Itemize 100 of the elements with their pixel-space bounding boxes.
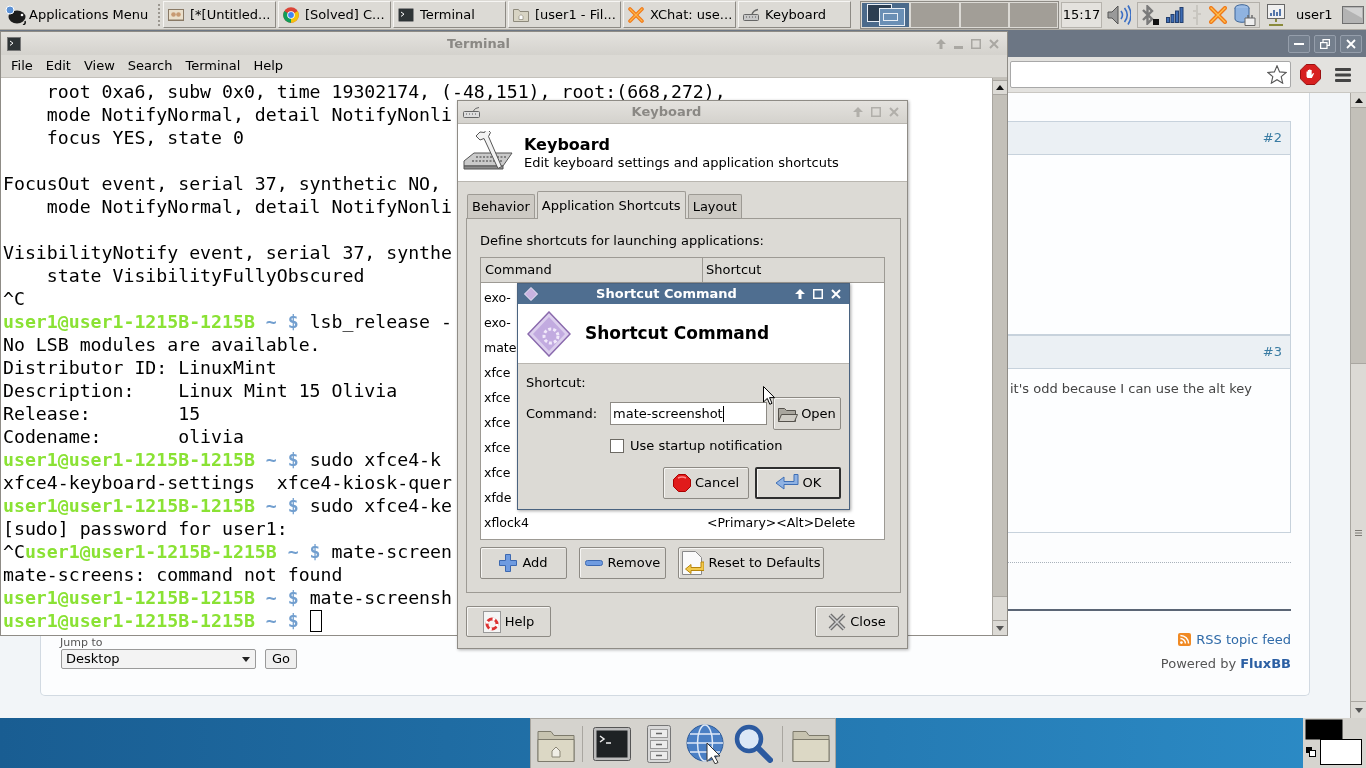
tab[interactable]: Behavior xyxy=(467,194,535,218)
scroll-down-button[interactable] xyxy=(1351,702,1366,718)
diamond-icon xyxy=(527,310,571,357)
stop-hand-icon[interactable] xyxy=(1300,64,1321,85)
menu-item[interactable]: Search xyxy=(122,58,178,74)
instruction-text: Define shortcuts for launching applications: xyxy=(480,233,764,249)
command-name[interactable]: mate xyxy=(484,339,517,355)
reset-to-defaults-button[interactable]: Reset to Defaults xyxy=(678,547,824,579)
fluxbb-link[interactable]: FluxBB xyxy=(1240,656,1291,671)
command-name[interactable]: xfce xyxy=(484,439,511,455)
add-button[interactable]: Add xyxy=(480,547,567,579)
taskbar-button[interactable]: Terminal xyxy=(393,1,506,28)
taskbar-button[interactable]: [Solved] C... xyxy=(278,1,391,28)
arrow-up-icon[interactable] xyxy=(795,289,805,299)
terminal-output-line: ^C xyxy=(3,289,25,308)
scroll-up-button[interactable] xyxy=(1351,93,1366,108)
menu-item[interactable]: View xyxy=(78,58,120,74)
bluetooth-icon[interactable] xyxy=(1141,4,1159,25)
close-button[interactable] xyxy=(1340,34,1362,53)
command-name[interactable]: xfce xyxy=(484,414,511,430)
document-arrow-icon xyxy=(681,551,704,575)
globe-icon[interactable] xyxy=(686,723,726,764)
vertical-scrollbar[interactable] xyxy=(1350,93,1366,718)
startup-notification-checkbox[interactable] xyxy=(610,439,624,453)
command-name[interactable]: xflock4 xyxy=(484,514,529,530)
star-icon[interactable] xyxy=(1267,65,1287,84)
restore-button[interactable] xyxy=(1314,34,1336,53)
grip-lines-icon xyxy=(1355,529,1362,536)
command-field[interactable]: mate-screenshot xyxy=(610,402,767,425)
jump-to-select[interactable]: Desktop xyxy=(61,649,256,669)
tab[interactable]: Layout xyxy=(687,194,742,218)
applications-menu-button[interactable]: Applications Menu xyxy=(0,0,157,29)
taskbar-button[interactable]: Keyboard xyxy=(738,1,851,28)
command-name[interactable]: xfce xyxy=(484,389,511,405)
terminal-output-line: [sudo] password for user1: xyxy=(3,519,288,538)
taskbar-button[interactable]: [*[Untitled... xyxy=(163,1,276,28)
plus-icon xyxy=(499,554,518,572)
user-name[interactable]: user1 xyxy=(1296,4,1333,25)
folder-icon xyxy=(778,405,799,422)
command-name[interactable]: xfde xyxy=(484,489,512,505)
terminal-output-line: Release: 15 xyxy=(3,404,201,423)
mouse-icon xyxy=(4,4,26,25)
picture-icon xyxy=(168,6,184,23)
signal-bars-icon[interactable] xyxy=(1166,6,1185,23)
window-thumbnails-icon xyxy=(866,3,905,26)
remove-button[interactable]: Remove xyxy=(579,547,666,579)
minimize-button[interactable] xyxy=(1288,34,1310,53)
dialog-heading: Keyboard xyxy=(524,134,610,155)
shortcut-keys[interactable]: <Primary><Alt>Delete xyxy=(707,514,856,530)
magnifier-icon[interactable] xyxy=(734,724,773,763)
terminal-prompt-line: user1@user1-1215B-1215B ~ $ lsb_release - xyxy=(3,312,452,331)
command-name[interactable]: exo- xyxy=(484,289,511,305)
column-header[interactable]: Shortcut xyxy=(703,258,884,283)
command-name[interactable]: exo- xyxy=(484,314,511,330)
taskbar-button[interactable]: XChat: use... xyxy=(623,1,736,28)
terminal-prompt-line: user1@user1-1215B-1215B ~ $ sudo xfce4-k xyxy=(3,450,442,469)
menu-item[interactable]: Terminal xyxy=(180,58,246,74)
rss-feed-link[interactable]: RSS topic feed xyxy=(1196,632,1291,647)
command-name[interactable]: xfce xyxy=(484,364,511,380)
menu-item[interactable]: File xyxy=(6,58,38,74)
scrollbar-thumb[interactable] xyxy=(1351,363,1366,702)
monitor-chart-icon[interactable] xyxy=(1266,3,1286,26)
help-button[interactable]: Help xyxy=(466,606,551,637)
close-button[interactable]: Close xyxy=(815,606,899,637)
workspace-button[interactable] xyxy=(862,2,910,27)
speaker-icon[interactable] xyxy=(1107,3,1131,26)
vertical-scrollbar[interactable] xyxy=(992,78,1007,635)
terminal-icon[interactable] xyxy=(593,726,631,761)
mouse-pointer-icon xyxy=(763,386,775,405)
terminal-icon xyxy=(398,6,414,23)
command-label: Command: xyxy=(526,405,598,422)
address-field[interactable] xyxy=(1010,61,1291,88)
workspace-switcher[interactable] xyxy=(860,0,1059,29)
column-header[interactable]: Command xyxy=(481,258,703,283)
cancel-button[interactable]: Cancel xyxy=(663,467,749,499)
shortcut-label: Shortcut: xyxy=(526,375,586,391)
lifebuoy-icon xyxy=(482,610,501,633)
ok-button[interactable]: OK xyxy=(755,467,841,499)
scroll-up-button[interactable] xyxy=(993,80,1007,95)
menu-item[interactable]: Help xyxy=(248,58,289,74)
tab[interactable]: Application Shortcuts xyxy=(536,191,686,219)
dialog-subtitle: Edit keyboard settings and application shortcuts xyxy=(524,154,839,171)
screen-icon[interactable] xyxy=(1341,5,1364,24)
go-button[interactable]: Go xyxy=(265,649,298,669)
dialog-heading: Shortcut Command xyxy=(585,323,770,344)
scrollbar-thumb[interactable] xyxy=(993,596,1007,621)
color-swatches-icon[interactable] xyxy=(1305,719,1363,765)
menu-icon[interactable] xyxy=(1335,67,1351,82)
command-name[interactable]: xfce xyxy=(484,464,511,480)
taskbar-button[interactable]: [user1 - Fil... xyxy=(508,1,621,28)
checkbox-label[interactable]: Use startup notification xyxy=(630,438,783,454)
open-button[interactable]: Open xyxy=(773,397,841,430)
post-number-link[interactable]: #2 xyxy=(1262,128,1282,148)
menu-item[interactable]: Edit xyxy=(40,58,76,74)
jump-to-label: Jump to xyxy=(60,637,103,649)
up-triangle-icon xyxy=(996,85,1004,90)
post-number-link[interactable]: #3 xyxy=(1262,342,1282,362)
terminal-prompt-line: user1@user1-1215B-1215B ~ $ xyxy=(3,611,300,630)
scroll-down-button[interactable] xyxy=(993,621,1007,635)
disk-plug-icon[interactable] xyxy=(1234,3,1256,26)
